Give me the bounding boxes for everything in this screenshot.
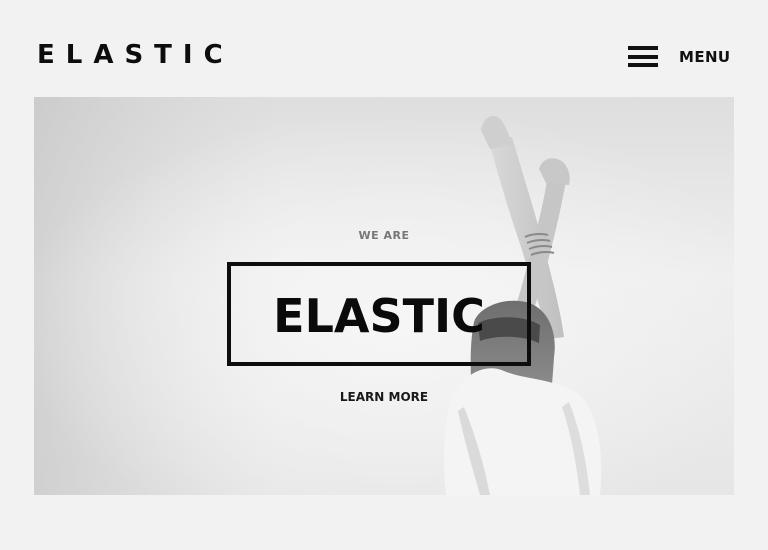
learn-more-link[interactable]: LEARN MORE xyxy=(284,389,484,405)
hero-eyebrow: WE ARE xyxy=(358,229,410,242)
menu-label: MENU xyxy=(679,48,731,66)
site-header: ELASTIC MENU xyxy=(0,0,768,97)
site-logo[interactable]: ELASTIC xyxy=(37,40,234,70)
hero-title-box: ELASTIC xyxy=(227,262,531,366)
hero-banner: WE ARE ELASTIC LEARN MORE xyxy=(34,97,734,495)
hero-content: WE ARE ELASTIC LEARN MORE xyxy=(34,97,734,495)
hamburger-icon xyxy=(628,46,658,67)
menu-button[interactable]: MENU xyxy=(620,38,740,76)
hero-title: ELASTIC xyxy=(273,289,485,343)
